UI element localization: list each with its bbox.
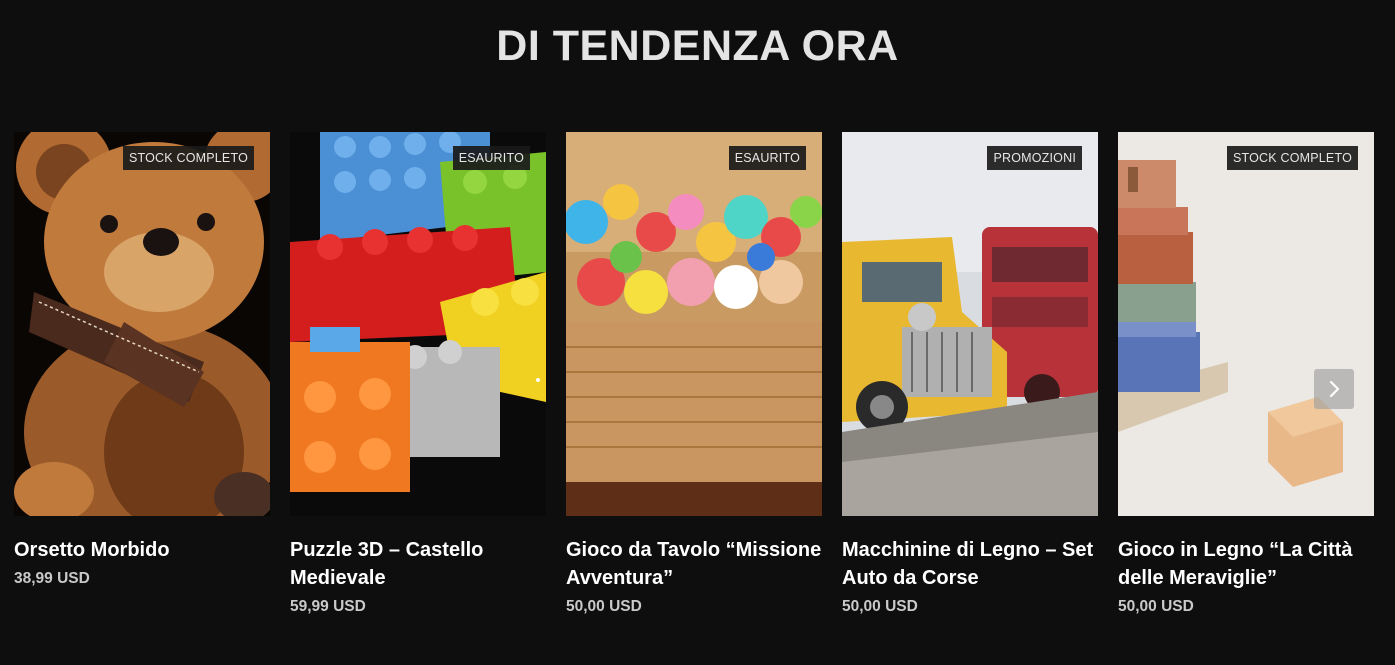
product-card[interactable]: STOCK COMPLETO Orsetto Morbido 38,99 USD bbox=[14, 132, 270, 616]
product-price: 50,00 USD bbox=[566, 598, 642, 615]
product-image[interactable]: STOCK COMPLETO bbox=[14, 132, 270, 516]
building-blocks-image bbox=[290, 132, 546, 516]
product-image[interactable]: ESAURITO bbox=[290, 132, 546, 516]
section-title: DI TENDENZA ORA bbox=[496, 22, 899, 70]
stock-badge: ESAURITO bbox=[452, 146, 530, 170]
product-card[interactable]: ESAURITO Puzzle 3D – Castello Medievale … bbox=[290, 132, 546, 616]
product-carousel: STOCK COMPLETO Orsetto Morbido 38,99 USD bbox=[14, 132, 1374, 616]
product-image[interactable]: ESAURITO bbox=[566, 132, 822, 516]
product-card[interactable]: PROMOZIONI Macchinine di Legno – Set Aut… bbox=[842, 132, 1098, 616]
product-price: 50,00 USD bbox=[842, 598, 918, 615]
product-title[interactable]: Gioco da Tavolo “Missione Avventura” bbox=[566, 536, 822, 592]
stock-badge: STOCK COMPLETO bbox=[1226, 146, 1358, 170]
product-image[interactable]: STOCK COMPLETO bbox=[1118, 132, 1374, 516]
product-card[interactable]: ESAURITO Gioco da Tavolo “Missione Avven… bbox=[566, 132, 822, 616]
stock-badge: ESAURITO bbox=[728, 146, 806, 170]
wooden-stacker-image bbox=[1118, 132, 1374, 516]
product-price: 50,00 USD bbox=[1118, 598, 1194, 615]
product-price: 59,99 USD bbox=[290, 598, 366, 615]
product-title[interactable]: Gioco in Legno “La Città delle Meravigli… bbox=[1118, 536, 1374, 592]
product-title[interactable]: Macchinine di Legno – Set Auto da Corse bbox=[842, 536, 1098, 592]
toy-box-image bbox=[566, 132, 822, 516]
toy-car-image bbox=[842, 132, 1098, 516]
stock-badge: STOCK COMPLETO bbox=[122, 146, 254, 170]
product-image[interactable]: PROMOZIONI bbox=[842, 132, 1098, 516]
stock-badge: PROMOZIONI bbox=[987, 146, 1082, 170]
teddy-bear-image bbox=[14, 132, 270, 516]
product-title[interactable]: Puzzle 3D – Castello Medievale bbox=[290, 536, 546, 592]
chevron-right-icon bbox=[1329, 380, 1340, 398]
product-title[interactable]: Orsetto Morbido bbox=[14, 536, 270, 564]
product-price: 38,99 USD bbox=[14, 570, 90, 587]
carousel-next-button[interactable] bbox=[1314, 369, 1354, 409]
